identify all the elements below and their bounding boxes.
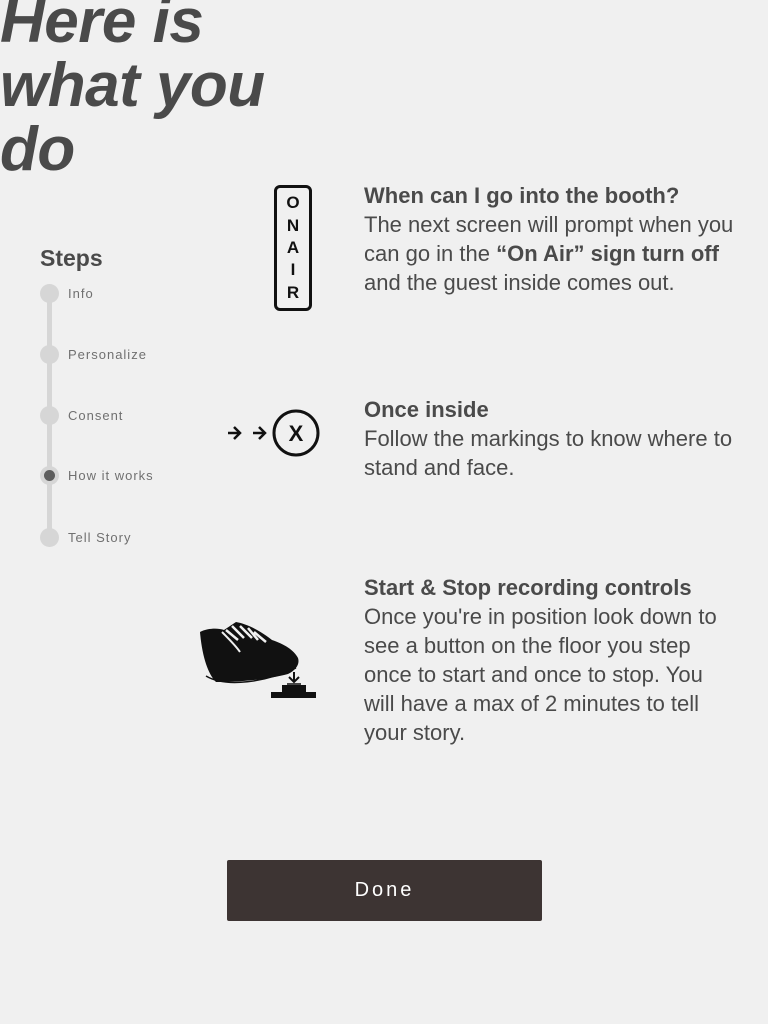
arrow-right-icon (253, 426, 267, 440)
controls-instructions: Start & Stop recording controls Once you… (364, 573, 734, 747)
sign-letter: N (286, 215, 300, 235)
step-dot (40, 527, 59, 547)
inside-heading: Once inside (364, 397, 489, 422)
step-label: Info (68, 285, 94, 301)
step-label: Personalize (68, 346, 147, 362)
inside-instructions: Once inside Follow the markings to know … (364, 395, 734, 482)
arrow-right-icon (228, 426, 242, 440)
page-title-line: Here is (0, 0, 204, 56)
step-dot (40, 344, 59, 364)
step-dot-active (40, 465, 59, 485)
floor-marking-icon: X (228, 409, 320, 457)
foot-pedal-icon (200, 622, 316, 698)
step-label: How it works (68, 467, 154, 483)
sign-letter: I (290, 260, 296, 280)
shoe-icon (200, 622, 299, 684)
steps-heading: Steps (40, 245, 103, 271)
controls-heading: Start & Stop recording controls (364, 575, 692, 600)
step-info: Info (40, 283, 94, 303)
step-consent: Consent (40, 405, 123, 425)
controls-text: Once you're in position look down to see… (364, 604, 717, 745)
sign-letter: A (286, 237, 300, 257)
done-button[interactable]: Done (227, 860, 542, 921)
on-air-sign-icon: O N A I R (274, 185, 312, 311)
step-how-it-works: How it works (40, 465, 154, 485)
inside-text: Follow the markings to know where to sta… (364, 426, 733, 480)
page-title-line: what you (0, 51, 265, 120)
step-personalize: Personalize (40, 344, 147, 364)
step-label: Consent (68, 407, 124, 423)
arrow-down-icon (287, 672, 301, 685)
sign-letter: R (286, 282, 300, 302)
step-tell-story: Tell Story (40, 527, 131, 547)
page-title-line: do (0, 115, 75, 184)
step-label: Tell Story (68, 529, 132, 545)
booth-text-bold: “On Air” sign turn off (496, 241, 719, 266)
page-title: Here is what you do (0, 0, 300, 182)
step-dot (40, 283, 59, 303)
booth-heading: When can I go into the booth? (364, 183, 680, 208)
booth-text-after: and the guest inside comes out. (364, 270, 675, 295)
how-it-works-page: Here is what you do Steps Info Personali… (0, 0, 768, 1024)
floor-button-icon (271, 685, 316, 698)
booth-instructions: When can I go into the booth? The next s… (364, 181, 734, 297)
step-dot (40, 405, 59, 425)
x-mark: X (289, 421, 304, 446)
sign-letter: O (286, 193, 300, 213)
